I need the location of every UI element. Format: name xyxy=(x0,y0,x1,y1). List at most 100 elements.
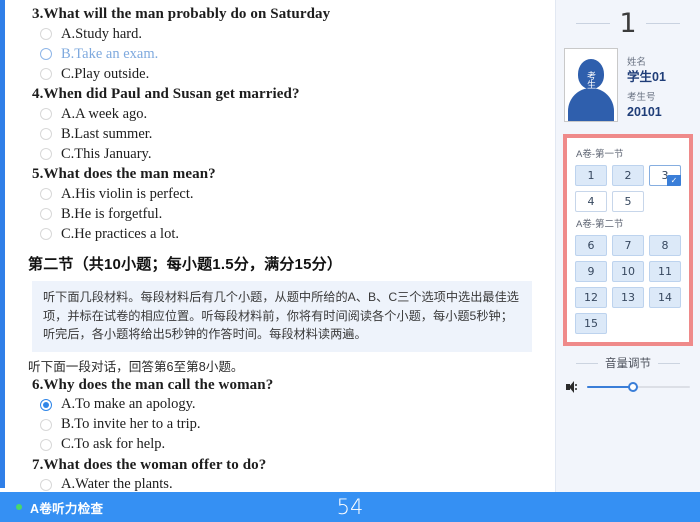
question-block-7: 7.What does the woman offer to do? A.Wat… xyxy=(18,457,545,492)
radio-icon[interactable] xyxy=(40,68,52,80)
status-bar: A卷听力检查 54 xyxy=(0,492,700,522)
option-label: B.To invite her to a trip. xyxy=(61,416,201,433)
option-row[interactable]: B.To invite her to a trip. xyxy=(40,415,545,435)
nav-grid-section1: 1 2 3 ✓ 4 5 xyxy=(575,165,681,212)
slider-handle[interactable] xyxy=(628,382,639,392)
nav-button-1[interactable]: 1 xyxy=(575,165,607,186)
student-meta: 姓名 学生01 考生号 20101 xyxy=(618,48,666,126)
question-title: 5.What does the man mean? xyxy=(32,166,216,182)
radio-icon[interactable] xyxy=(40,438,52,451)
nav-button-label: 6 xyxy=(587,239,595,252)
radio-icon[interactable] xyxy=(40,418,52,431)
divider-line-right xyxy=(645,22,680,24)
nav-button-5[interactable]: 5 xyxy=(612,191,644,212)
option-row[interactable]: C.Play outside. xyxy=(40,64,545,84)
nav-button-4[interactable]: 4 xyxy=(575,191,607,212)
nav-button-6[interactable]: 6 xyxy=(575,235,607,256)
option-row[interactable]: C.This January. xyxy=(40,144,545,164)
speaker-cone xyxy=(569,381,574,393)
nav-button-13[interactable]: 13 xyxy=(612,287,644,308)
question-navigator: A卷-第一节 1 2 3 ✓ 4 5 A卷-第二节 6 7 8 9 10 11 xyxy=(563,134,693,346)
student-name-label: 姓名 xyxy=(627,57,647,68)
option-row[interactable]: A.His violin is perfect. xyxy=(40,184,545,204)
option-label: C.He practices a lot. xyxy=(61,225,179,242)
nav-button-label: 2 xyxy=(624,169,632,182)
nav-button-10[interactable]: 10 xyxy=(612,261,644,282)
option-label: B.Take an exam. xyxy=(61,45,159,62)
student-id-value: 20101 xyxy=(627,105,662,119)
nav-button-3[interactable]: 3 ✓ xyxy=(649,165,681,186)
option-row[interactable]: A.Water the plants. xyxy=(40,475,545,492)
radio-icon[interactable] xyxy=(40,128,52,140)
nav-button-label: 7 xyxy=(624,239,632,252)
avatar-body-shape xyxy=(568,88,614,121)
option-label: A.Water the plants. xyxy=(61,476,173,492)
student-id-label: 考生号 xyxy=(627,92,656,103)
exam-paper-scroll-area[interactable]: 3.What will the man probably do on Satur… xyxy=(8,0,555,492)
check-icon: ✓ xyxy=(667,175,681,186)
nav-button-label: 11 xyxy=(658,265,672,278)
nav-button-7[interactable]: 7 xyxy=(612,235,644,256)
nav-button-label: 4 xyxy=(587,195,595,208)
nav-button-label: 1 xyxy=(587,169,595,182)
speaker-wave-1 xyxy=(575,384,577,386)
divider-line-right xyxy=(658,362,680,364)
nav-button-2[interactable]: 2 xyxy=(612,165,644,186)
nav-button-12[interactable]: 12 xyxy=(575,287,607,308)
volume-control[interactable] xyxy=(556,371,700,394)
nav-button-8[interactable]: 8 xyxy=(649,235,681,256)
nav-button-label: 10 xyxy=(621,265,635,278)
section-heading: 第二节（共10小题；每小题1.5分，满分15分） xyxy=(28,256,343,273)
nav-button-9[interactable]: 9 xyxy=(575,261,607,282)
option-row[interactable]: B.He is forgetful. xyxy=(40,204,545,224)
question-title: 6.Why does the man call the woman? xyxy=(32,376,274,393)
avatar: 考生 xyxy=(564,48,618,122)
divider-line-left xyxy=(576,362,598,364)
countdown-timer: 54 xyxy=(336,495,364,519)
speaker-icon[interactable] xyxy=(566,380,580,394)
radio-icon[interactable] xyxy=(40,48,52,60)
nav-button-label: 8 xyxy=(661,239,669,252)
nav-group-label-section2: A卷-第二节 xyxy=(576,219,624,230)
nav-button-label: 9 xyxy=(587,265,595,278)
radio-icon[interactable] xyxy=(40,398,52,411)
volume-header: 音量调节 xyxy=(556,355,700,371)
exam-index-number: 1 xyxy=(619,7,637,39)
radio-icon[interactable] xyxy=(40,28,52,40)
option-row[interactable]: A.A week ago. xyxy=(40,104,545,124)
option-row[interactable]: B.Take an exam. xyxy=(40,44,545,64)
radio-icon[interactable] xyxy=(40,108,52,120)
nav-button-14[interactable]: 14 xyxy=(649,287,681,308)
question-block-3: 3.What will the man probably do on Satur… xyxy=(18,6,545,84)
option-row[interactable]: C.To ask for help. xyxy=(40,435,545,455)
option-label: C.Play outside. xyxy=(61,65,150,82)
nav-button-label: 5 xyxy=(624,195,632,208)
option-row[interactable]: B.Last summer. xyxy=(40,124,545,144)
question-title: 4.When did Paul and Susan get married? xyxy=(32,86,300,102)
option-row[interactable]: A.Study hard. xyxy=(40,24,545,44)
volume-slider[interactable] xyxy=(587,380,690,394)
radio-icon[interactable] xyxy=(40,478,52,491)
radio-icon[interactable] xyxy=(40,188,52,200)
student-name-value: 学生01 xyxy=(627,70,666,84)
option-row[interactable]: A.To make an apology. xyxy=(40,395,545,415)
nav-button-label: 14 xyxy=(658,291,672,304)
question-title: 3.What will the man probably do on Satur… xyxy=(32,6,331,22)
question-title: 7.What does the woman offer to do? xyxy=(32,456,267,473)
volume-label: 音量调节 xyxy=(605,358,651,370)
radio-icon[interactable] xyxy=(40,148,52,160)
exam-app: 3.What will the man probably do on Satur… xyxy=(0,0,700,522)
section-instructions: 听下面几段材料。每段材料后有几个小题，从题中所给的A、B、C三个选项中选出最佳选… xyxy=(32,281,532,352)
radio-icon[interactable] xyxy=(40,228,52,240)
avatar-label: 考生 xyxy=(586,71,596,89)
exam-sidebar: 1 考生 姓名 学生01 考生号 20101 A卷-第一节 1 2 3 ✓ 4 … xyxy=(555,0,700,492)
nav-button-11[interactable]: 11 xyxy=(649,261,681,282)
option-row[interactable]: C.He practices a lot. xyxy=(40,224,545,244)
radio-icon[interactable] xyxy=(40,208,52,220)
speaker-wave-2 xyxy=(575,388,577,390)
nav-button-label: 13 xyxy=(621,291,635,304)
question-block-5: 5.What does the man mean? A.His violin i… xyxy=(18,166,545,244)
nav-button-15[interactable]: 15 xyxy=(575,313,607,334)
question-block-6: 6.Why does the man call the woman? A.To … xyxy=(18,377,545,455)
nav-button-label: 15 xyxy=(584,317,598,330)
